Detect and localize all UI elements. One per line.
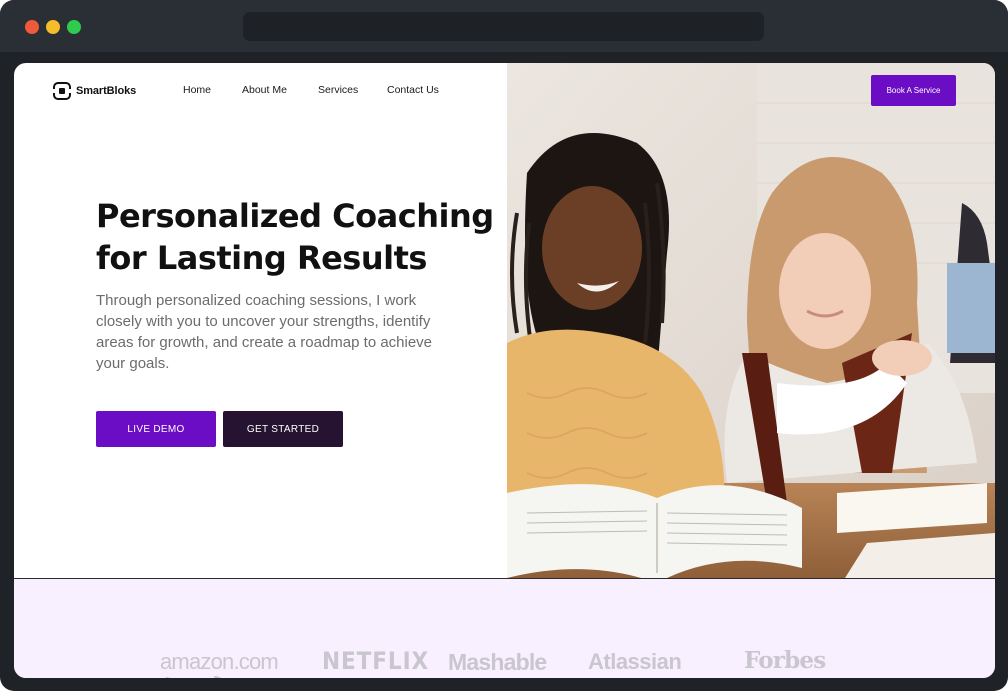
live-demo-button[interactable]: LIVE DEMO bbox=[96, 411, 216, 447]
amazon-logo: amazon.com bbox=[160, 649, 279, 674]
browser-window: SmartBloks Home About Me Services Contac… bbox=[0, 0, 1008, 691]
page-viewport: SmartBloks Home About Me Services Contac… bbox=[14, 63, 995, 678]
book-a-service-button[interactable]: Book A Service bbox=[871, 75, 956, 106]
amazon-smile-icon bbox=[166, 676, 221, 678]
brand-name: SmartBloks bbox=[76, 85, 137, 97]
netflix-logo: NETFLIX bbox=[322, 647, 430, 675]
browser-titlebar bbox=[0, 0, 1008, 52]
hero-photo bbox=[507, 63, 995, 578]
mashable-logo: Mashable bbox=[448, 649, 547, 675]
atlassian-logo: Atlassian bbox=[588, 649, 682, 674]
hero-headline: Personalized Coaching for Lasting Result… bbox=[96, 197, 494, 277]
logo-icon bbox=[53, 82, 71, 100]
hero-subtext: Through personalized coaching sessions, … bbox=[96, 292, 433, 372]
nav-services[interactable]: Services bbox=[318, 84, 358, 96]
logo[interactable]: SmartBloks bbox=[53, 81, 136, 101]
minimize-window-button[interactable] bbox=[46, 20, 60, 34]
forbes-logo: Forbes bbox=[744, 647, 826, 674]
address-bar[interactable] bbox=[243, 12, 764, 41]
nav-contact-us[interactable]: Contact Us bbox=[387, 84, 439, 96]
nav-about-me[interactable]: About Me bbox=[242, 84, 287, 96]
maximize-window-button[interactable] bbox=[67, 20, 81, 34]
nav-home[interactable]: Home bbox=[183, 84, 211, 96]
get-started-button[interactable]: GET STARTED bbox=[223, 411, 343, 447]
close-window-button[interactable] bbox=[25, 20, 39, 34]
brand-logos-band: amazon.com NETFLIX Mashable Atlassian Fo… bbox=[14, 579, 995, 678]
